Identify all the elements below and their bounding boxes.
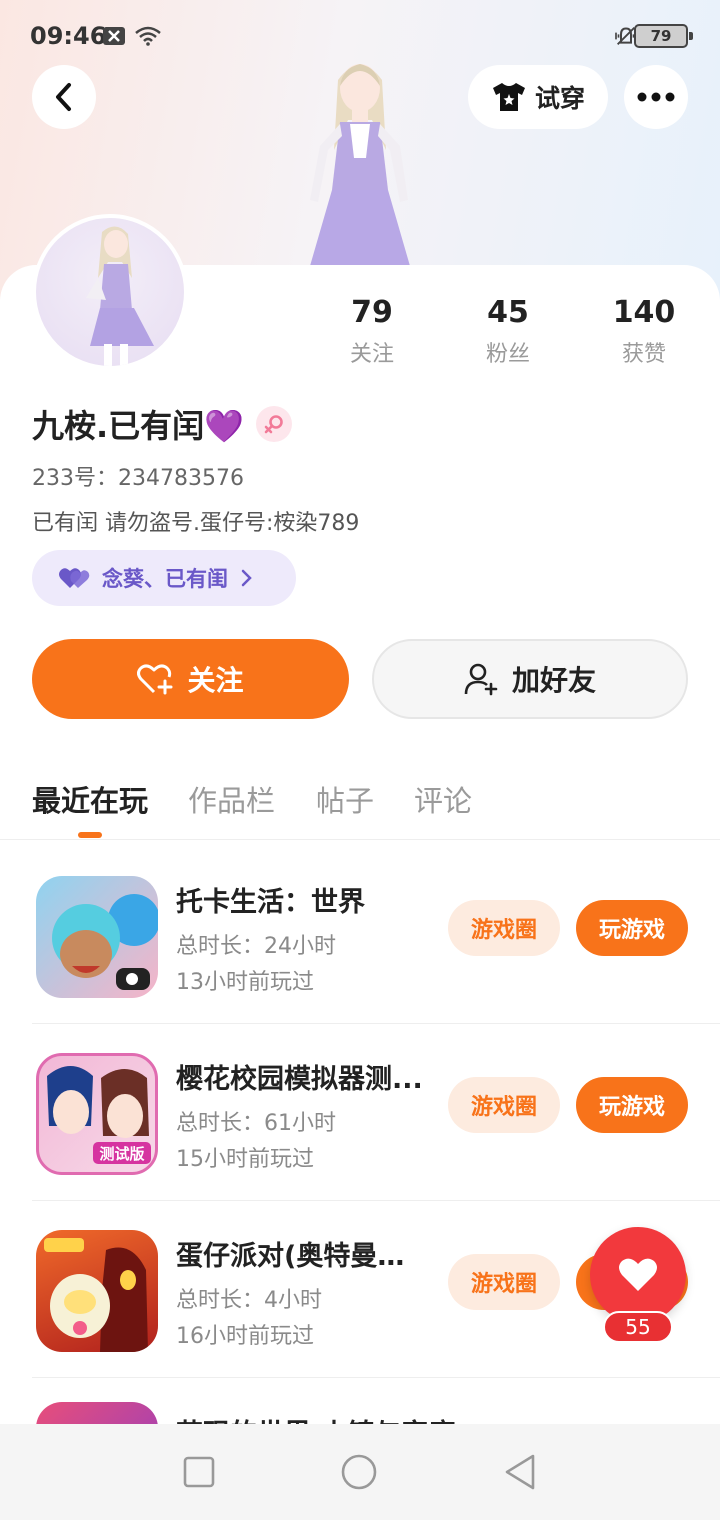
relationship-tag[interactable]: 念葵、已有闺 (32, 550, 296, 606)
more-options-button[interactable] (624, 65, 688, 129)
game-last-played: 16小时前玩过 (176, 1324, 314, 1349)
notification-x-icon (103, 27, 125, 45)
user-name: 九桉.已有闰💜 (32, 407, 245, 445)
stat-following-count: 79 (351, 295, 393, 330)
recent-apps-icon[interactable] (183, 1456, 215, 1488)
stat-following-label: 关注 (349, 342, 394, 367)
tshirt-icon (492, 83, 525, 111)
tab-posts[interactable]: 帖子 (316, 778, 374, 820)
active-tab-indicator (78, 832, 102, 838)
try-on-label: 试穿 (534, 84, 585, 113)
game-circle-button[interactable]: 游戏圈 (448, 1077, 560, 1133)
game-duration: 总时长：4小时 (176, 1288, 322, 1313)
try-on-button[interactable]: 试穿 (468, 65, 608, 129)
game-circle-button[interactable]: 游戏圈 (448, 1254, 560, 1310)
relationship-tag-label: 念葵、已有闺 (102, 567, 228, 591)
play-game-button[interactable]: 玩游戏 (576, 1077, 688, 1133)
row-divider (32, 1023, 720, 1024)
name-row: 九桉.已有闰💜 (32, 402, 293, 446)
add-friend-label: 加好友 (511, 664, 596, 697)
stat-likes-count: 140 (612, 295, 676, 330)
tab-works[interactable]: 作品栏 (188, 778, 275, 820)
svg-text:测试版: 测试版 (99, 1145, 144, 1163)
row-divider (32, 1200, 720, 1201)
like-button[interactable] (590, 1227, 686, 1323)
add-user-icon (464, 663, 498, 696)
home-icon[interactable] (340, 1453, 378, 1491)
double-heart-icon (59, 568, 90, 588)
like-count-badge: 55 (603, 1311, 673, 1343)
game-title: 樱花校园模拟器测... (176, 1064, 423, 1095)
back-button[interactable] (32, 65, 96, 129)
heart-plus-icon (137, 664, 173, 695)
profile-tabs: 最近在玩 作品栏 帖子 评论 (0, 770, 720, 840)
game-icon-eggy-party (36, 1230, 158, 1352)
game-icon-sakura: 测试版 (36, 1053, 158, 1175)
profile-stats: 79 关注 45 粉丝 140 获赞 (300, 295, 700, 375)
chevron-left-icon (56, 83, 71, 111)
stat-likes[interactable]: 140 获赞 (584, 295, 704, 368)
stat-likes-label: 获赞 (621, 342, 666, 367)
game-list-item-partial[interactable]: 花现的世界 小镇与家庭 (0, 1380, 720, 1424)
game-circle-button[interactable]: 游戏圈 (448, 900, 560, 956)
more-dots-icon (637, 92, 675, 102)
game-icon-partial (36, 1402, 158, 1424)
game-last-played: 15小时前玩过 (176, 1147, 314, 1172)
row-divider (32, 1377, 720, 1378)
game-icon-toca (36, 876, 158, 998)
game-duration: 总时长：61小时 (176, 1111, 336, 1136)
tab-comments[interactable]: 评论 (414, 778, 472, 820)
user-bio: 已有闰 请勿盗号.蛋仔号:桉染789 (32, 511, 360, 536)
stat-following[interactable]: 79 关注 (312, 295, 432, 368)
game-list-item[interactable]: 测试版 樱花校园模拟器测... 总时长：61小时 15小时前玩过 游戏圈 玩游戏 (0, 1025, 720, 1201)
game-list-item[interactable]: 托卡生活：世界 总时长：24小时 13小时前玩过 游戏圈 玩游戏 (0, 848, 720, 1024)
add-friend-button[interactable]: 加好友 (372, 639, 688, 719)
avatar-image (86, 226, 154, 366)
stat-fans[interactable]: 45 粉丝 (448, 295, 568, 368)
game-title-partial: 花现的世界 小镇与家庭 (176, 1412, 455, 1424)
follow-button[interactable]: 关注 (32, 639, 349, 719)
game-duration: 总时长：24小时 (176, 934, 336, 959)
stat-fans-count: 45 (487, 295, 529, 330)
user-id: 233号：234783576 (32, 466, 244, 491)
heart-icon (619, 1258, 657, 1291)
stat-fans-label: 粉丝 (485, 342, 530, 367)
tab-recently-played[interactable]: 最近在玩 (32, 778, 148, 820)
system-nav-bar (0, 1424, 720, 1520)
game-title: 托卡生活：世界 (176, 887, 365, 918)
wifi-icon (135, 26, 161, 46)
game-last-played: 13小时前玩过 (176, 970, 314, 995)
avatar[interactable] (32, 214, 188, 370)
status-time: 09:46 (30, 22, 107, 50)
female-gender-icon (256, 406, 293, 442)
game-title: 蛋仔派对(奥特曼联... (176, 1241, 431, 1272)
play-game-button[interactable]: 玩游戏 (576, 900, 688, 956)
battery-indicator: 79 (634, 24, 693, 48)
chevron-right-icon (241, 569, 252, 587)
follow-label: 关注 (187, 664, 244, 697)
back-nav-icon[interactable] (503, 1453, 537, 1491)
character-figure (310, 64, 410, 266)
